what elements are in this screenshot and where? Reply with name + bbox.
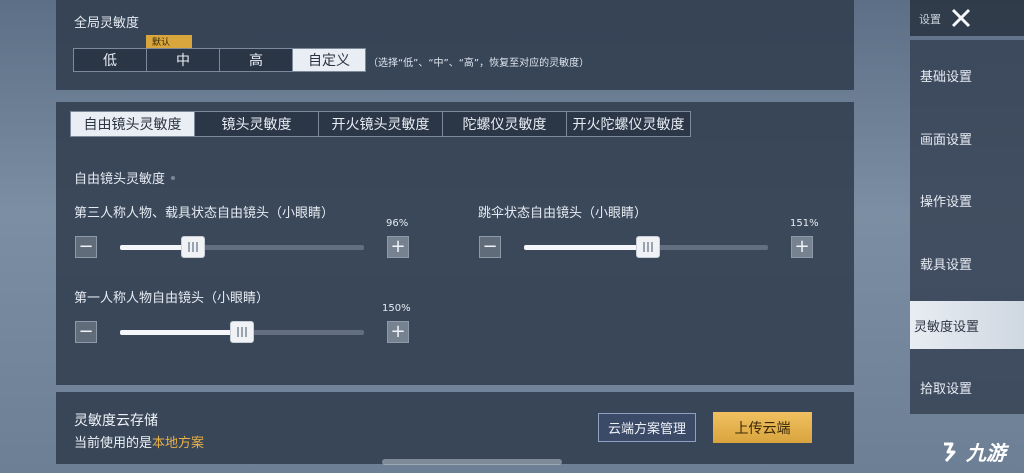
slider-value-third-person: 96%	[386, 218, 409, 229]
preset-custom[interactable]: 自定义	[292, 48, 366, 72]
watermark-text: 九游	[966, 441, 1006, 465]
sidebar-item-sensitivity[interactable]: 灵敏度设置	[910, 301, 1024, 349]
section-dot-icon	[171, 175, 176, 180]
slider-value-parachute: 151%	[790, 218, 819, 229]
slider-third-person[interactable]	[120, 236, 364, 258]
tab-camera[interactable]: 镜头灵敏度	[194, 111, 319, 137]
watermark-logo: 九游	[940, 437, 1006, 466]
slider-label-first-person: 第一人称人物自由镜头（小眼睛）	[74, 291, 270, 306]
sidebar-item-controls[interactable]: 操作设置	[910, 176, 1024, 224]
scroll-indicator	[382, 459, 562, 465]
current-plan-prefix: 当前使用的是	[74, 436, 153, 451]
settings-label: 设置	[919, 13, 941, 26]
preset-medium[interactable]: 中	[146, 48, 220, 72]
preset-high[interactable]: 高	[219, 48, 293, 72]
tab-fire-camera[interactable]: 开火镜头灵敏度	[318, 111, 443, 137]
slider-thumb[interactable]	[636, 236, 660, 258]
current-plan-value: 本地方案	[152, 436, 205, 451]
close-icon[interactable]	[948, 5, 974, 31]
global-sensitivity-title: 全局灵敏度	[74, 16, 140, 31]
upload-cloud-button[interactable]: 上传云端	[713, 412, 812, 443]
section-title: 自由镜头灵敏度	[74, 168, 176, 187]
tab-free-camera[interactable]: 自由镜头灵敏度	[70, 111, 195, 137]
slider-first-person[interactable]	[120, 321, 364, 343]
preset-low[interactable]: 低	[73, 48, 147, 72]
sidebar-item-basic[interactable]: 基础设置	[910, 51, 1024, 99]
default-badge: 默认	[146, 35, 192, 48]
sidebar-item-pickup[interactable]: 拾取设置	[910, 363, 1024, 411]
section-title-text: 自由镜头灵敏度	[74, 172, 166, 187]
increase-third-person-button[interactable]: +	[387, 236, 409, 258]
tab-gyro[interactable]: 陀螺仪灵敏度	[442, 111, 567, 137]
increase-parachute-button[interactable]: +	[791, 236, 813, 258]
sensitivity-tabs: 自由镜头灵敏度 镜头灵敏度 开火镜头灵敏度 陀螺仪灵敏度 开火陀螺仪灵敏度	[70, 111, 691, 137]
decrease-third-person-button[interactable]: −	[75, 236, 97, 258]
increase-first-person-button[interactable]: +	[387, 321, 409, 343]
slider-fill	[524, 245, 648, 250]
preset-hint: （选择“低”、“中”、“高”，恢复至对应的灵敏度）	[368, 58, 590, 69]
slider-label-third-person: 第三人称人物、载具状态自由镜头（小眼睛）	[74, 206, 335, 221]
sidebar-item-vehicle[interactable]: 载具设置	[910, 239, 1024, 287]
slider-label-parachute: 跳伞状态自由镜头（小眼睛）	[478, 206, 648, 221]
preset-selector: 低 中 高 自定义	[73, 48, 366, 72]
cloud-storage-title: 灵敏度云存储	[74, 413, 158, 429]
sidebar-item-graphics[interactable]: 画面设置	[910, 114, 1024, 162]
nine-game-logo-icon	[944, 442, 956, 462]
cloud-plan-manage-button[interactable]: 云端方案管理	[598, 413, 696, 442]
slider-thumb[interactable]	[181, 236, 205, 258]
decrease-parachute-button[interactable]: −	[479, 236, 501, 258]
slider-thumb[interactable]	[230, 321, 254, 343]
tab-fire-gyro[interactable]: 开火陀螺仪灵敏度	[566, 111, 691, 137]
slider-fill	[120, 330, 242, 335]
slider-parachute[interactable]	[524, 236, 768, 258]
sensitivity-detail-panel	[56, 102, 854, 385]
slider-value-first-person: 150%	[382, 303, 411, 314]
decrease-first-person-button[interactable]: −	[75, 321, 97, 343]
current-plan: 当前使用的是本地方案	[74, 432, 204, 451]
